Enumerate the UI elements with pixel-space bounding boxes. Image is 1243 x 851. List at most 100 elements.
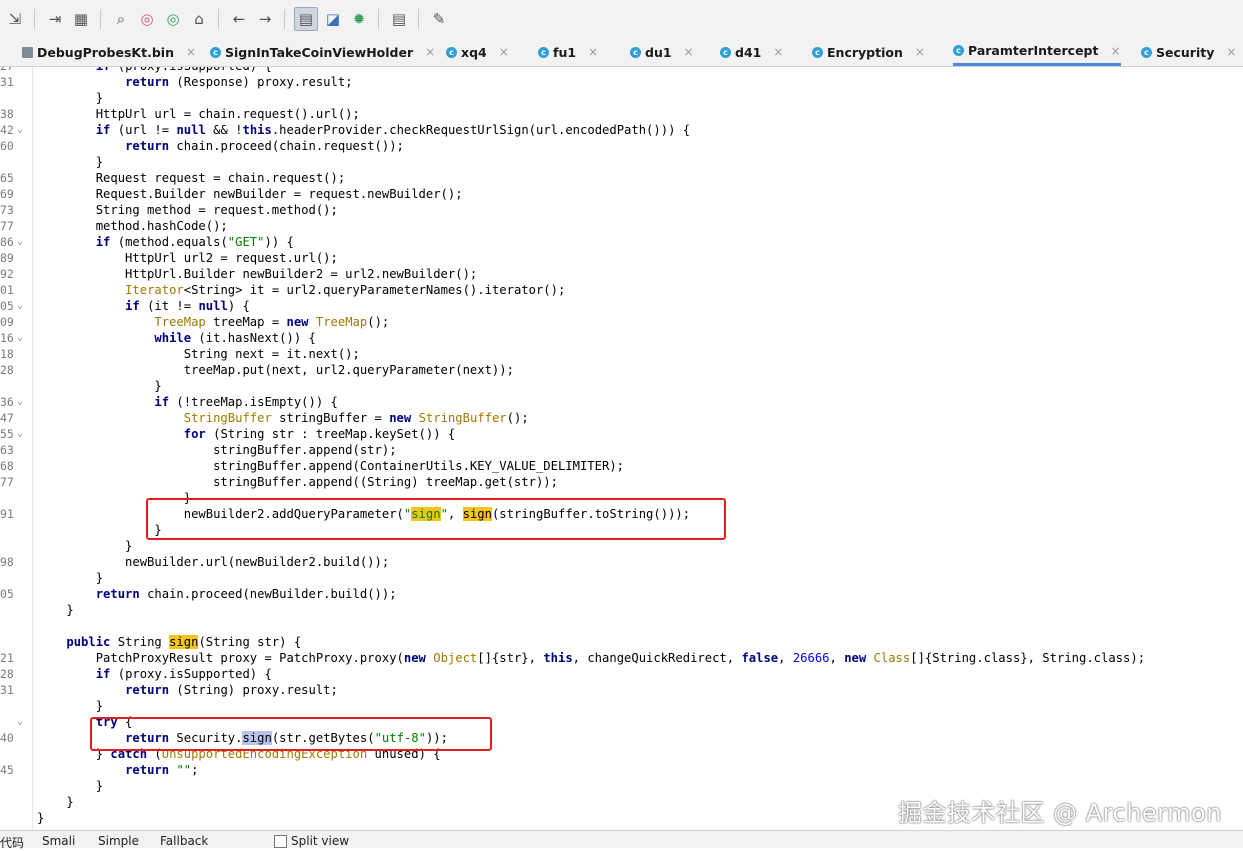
- tab-d41[interactable]: c d41 ×: [720, 38, 783, 66]
- code-text[interactable]: if (!treeMap.isEmpty()) {: [37, 394, 337, 410]
- code-text[interactable]: public String sign(String str) {: [37, 634, 301, 650]
- code-text[interactable]: Iterator<String> it = url2.queryParamete…: [37, 282, 565, 298]
- annotation-box-addqueryparameter: [146, 498, 726, 540]
- tab-xq4[interactable]: c xq4 ×: [446, 38, 509, 66]
- code-editor[interactable]: 27 if (proxy.isSupported) {31 return (Re…: [0, 67, 1243, 830]
- code-text[interactable]: newBuilder.url(newBuilder2.build());: [37, 554, 389, 570]
- code-text[interactable]: }: [37, 698, 103, 714]
- code-text[interactable]: if (proxy.isSupported) {: [37, 67, 272, 74]
- sync-icon[interactable]: ▤: [294, 7, 318, 31]
- tab-debugprobeskt.bin[interactable]: DebugProbesKt.bin ×: [22, 38, 196, 66]
- line-number: 60: [0, 139, 14, 153]
- structure-icon[interactable]: ▦: [70, 8, 92, 30]
- code-text[interactable]: String next = it.next();: [37, 346, 360, 362]
- code-text[interactable]: HttpUrl url = chain.request().url();: [37, 106, 360, 122]
- code-text[interactable]: }: [37, 570, 103, 586]
- log-icon[interactable]: ▤: [388, 8, 410, 30]
- tab-smali[interactable]: Smali: [42, 834, 75, 848]
- code-text[interactable]: PatchProxyResult proxy = PatchProxy.prox…: [37, 650, 1145, 666]
- code-text[interactable]: return chain.proceed(newBuilder.build())…: [37, 586, 397, 602]
- search-icon[interactable]: ⌕: [110, 8, 132, 30]
- close-icon[interactable]: ×: [425, 45, 435, 59]
- class-icon: c: [210, 46, 221, 58]
- debug-icon[interactable]: ✹: [348, 8, 370, 30]
- close-icon[interactable]: ×: [773, 45, 783, 59]
- tab-fallback[interactable]: Fallback: [160, 834, 208, 848]
- code-line: 31 return (Response) proxy.result;: [0, 74, 1243, 90]
- tab-fu1[interactable]: c fu1 ×: [538, 38, 598, 66]
- tab-signintakecoinviewholder[interactable]: c SignInTakeCoinViewHolder ×: [210, 38, 435, 66]
- code-text[interactable]: stringBuffer.append((String) treeMap.get…: [37, 474, 558, 490]
- tab-paramterintercept[interactable]: c ParamterIntercept ×: [953, 38, 1121, 66]
- code-text[interactable]: StringBuffer stringBuffer = new StringBu…: [37, 410, 529, 426]
- line-number: 16: [0, 331, 14, 345]
- code-text[interactable]: while (it.hasNext()) {: [37, 330, 315, 346]
- code-text[interactable]: }: [37, 810, 44, 826]
- fold-icon[interactable]: ⌄: [17, 298, 23, 314]
- line-number: 45: [0, 763, 14, 777]
- tab-security[interactable]: c Security ×: [1141, 38, 1236, 66]
- code-text[interactable]: Request.Builder newBuilder = request.new…: [37, 186, 463, 202]
- code-text[interactable]: if (proxy.isSupported) {: [37, 666, 272, 682]
- code-text[interactable]: }: [37, 522, 161, 538]
- code-text[interactable]: }: [37, 778, 103, 794]
- settings-icon[interactable]: ✎: [428, 8, 450, 30]
- find-class-icon[interactable]: ◎: [162, 8, 184, 30]
- split-view-checkbox[interactable]: [274, 835, 287, 848]
- code-text[interactable]: for (String str : treeMap.keySet()) {: [37, 426, 456, 442]
- forward-icon[interactable]: →: [254, 8, 276, 30]
- fold-icon[interactable]: ⌄: [17, 394, 23, 410]
- close-icon[interactable]: ×: [915, 45, 925, 59]
- tab-code[interactable]: 代码: [0, 834, 24, 851]
- fold-icon[interactable]: ⌄: [17, 714, 23, 730]
- find-usage-icon[interactable]: ◎: [136, 8, 158, 30]
- code-text[interactable]: return chain.proceed(chain.request());: [37, 138, 404, 154]
- code-text[interactable]: Request request = chain.request();: [37, 170, 346, 186]
- code-text[interactable]: stringBuffer.append(ContainerUtils.KEY_V…: [37, 458, 624, 474]
- annotation-box-security-sign: [90, 717, 492, 751]
- code-text[interactable]: String method = request.method();: [37, 202, 338, 218]
- export-icon[interactable]: ⇲: [4, 8, 26, 30]
- code-text[interactable]: return "";: [37, 762, 198, 778]
- back-icon[interactable]: ←: [228, 8, 250, 30]
- code-text[interactable]: }: [37, 90, 103, 106]
- code-text[interactable]: return (String) proxy.result;: [37, 682, 338, 698]
- fold-icon[interactable]: ⌄: [17, 426, 23, 442]
- close-icon[interactable]: ×: [499, 45, 509, 59]
- fold-icon[interactable]: ⌄: [17, 234, 23, 250]
- tab-simple[interactable]: Simple: [98, 834, 139, 848]
- class-icon: c: [720, 46, 731, 58]
- close-icon[interactable]: ×: [186, 45, 196, 59]
- code-text[interactable]: if (url != null && !this.headerProvider.…: [37, 122, 690, 138]
- code-text[interactable]: TreeMap treeMap = new TreeMap();: [37, 314, 389, 330]
- code-text[interactable]: if (it != null) {: [37, 298, 250, 314]
- code-text[interactable]: }: [37, 154, 103, 170]
- line-number: 77: [0, 219, 14, 233]
- code-text[interactable]: HttpUrl.Builder newBuilder2 = url2.newBu…: [37, 266, 477, 282]
- code-text[interactable]: stringBuffer.append(str);: [37, 442, 396, 458]
- home-icon[interactable]: ⌂: [188, 8, 210, 30]
- code-text[interactable]: }: [37, 602, 73, 618]
- code-text[interactable]: if (method.equals("GET")) {: [37, 234, 294, 250]
- close-icon[interactable]: ×: [588, 45, 598, 59]
- code-text[interactable]: }: [37, 378, 161, 394]
- code-text[interactable]: }: [37, 794, 73, 810]
- fold-icon[interactable]: ⌄: [17, 330, 23, 346]
- tab-du1[interactable]: c du1 ×: [630, 38, 694, 66]
- code-text[interactable]: }: [37, 538, 132, 554]
- close-icon[interactable]: ×: [1226, 45, 1236, 59]
- close-icon[interactable]: ×: [1110, 44, 1120, 58]
- tab-label: ParamterIntercept: [968, 43, 1099, 58]
- code-text[interactable]: treeMap.put(next, url2.queryParameter(ne…: [37, 362, 514, 378]
- code-text[interactable]: return (Response) proxy.result;: [37, 74, 352, 90]
- code-text[interactable]: HttpUrl url2 = request.url();: [37, 250, 338, 266]
- step-icon[interactable]: ⇥: [44, 8, 66, 30]
- fold-icon[interactable]: ⌄: [17, 122, 23, 138]
- decompile-icon[interactable]: ◪: [322, 8, 344, 30]
- close-icon[interactable]: ×: [684, 45, 694, 59]
- code-line: 77 stringBuffer.append((String) treeMap.…: [0, 474, 1243, 490]
- tab-label: DebugProbesKt.bin: [37, 44, 174, 60]
- toolbar-separator: [418, 9, 419, 29]
- tab-encryption[interactable]: c Encryption ×: [812, 38, 925, 66]
- code-text[interactable]: method.hashCode();: [37, 218, 228, 234]
